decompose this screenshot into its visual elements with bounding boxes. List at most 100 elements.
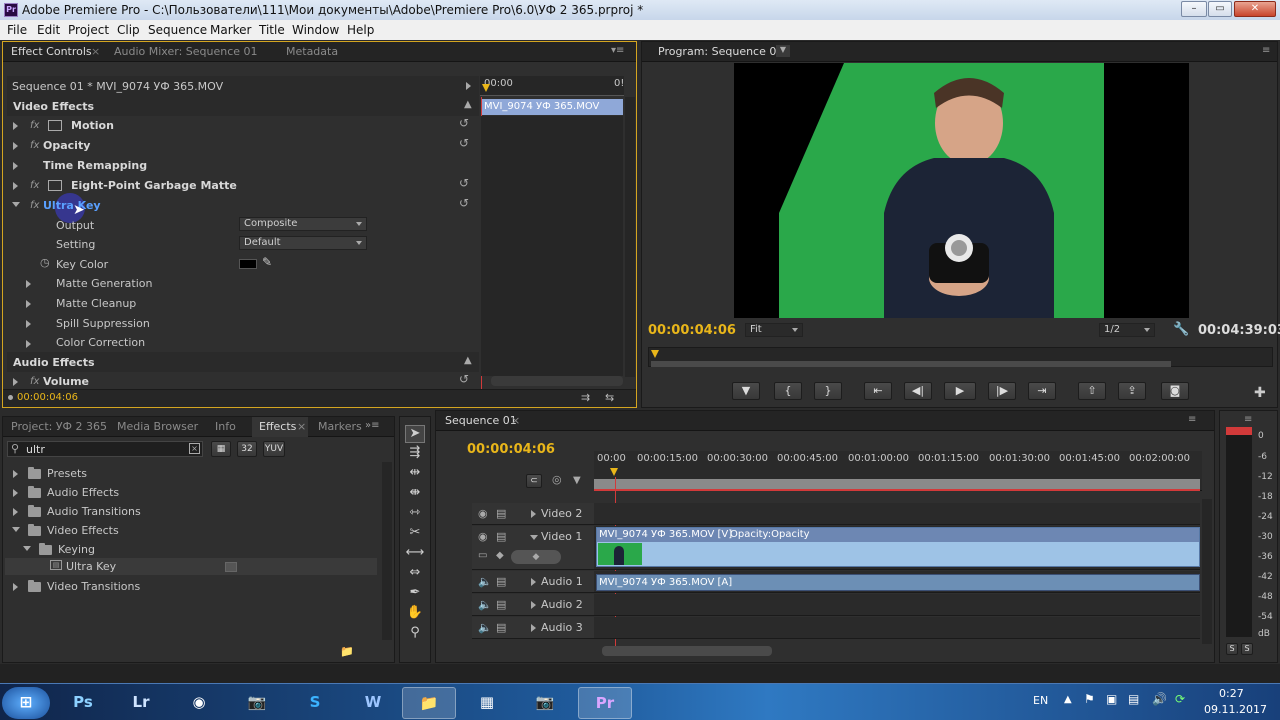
effect-opacity[interactable]: Opacity [43,139,90,152]
slip-tool-icon[interactable]: ⟷ [405,545,425,563]
effect-eight-point-garbage-matte[interactable]: Eight-Point Garbage Matte [71,179,237,192]
speaker-icon[interactable]: 🔈 [478,621,492,634]
razor-tool-icon[interactable]: ✂ [405,525,425,543]
panel-menu-icon[interactable]: ▾≡ [611,45,624,56]
transform-icon[interactable] [48,120,62,131]
color-correction[interactable]: Color Correction [56,336,145,349]
tree-audio-effects[interactable]: Audio Effects [47,486,119,499]
timeline-vertical-scrollbar[interactable] [1202,499,1212,644]
collapse-up-icon[interactable]: ▲ [464,99,472,110]
keyframe-icon[interactable]: ◆ [496,550,504,561]
ec-vertical-scrollbar[interactable] [625,97,635,377]
menu-help[interactable]: Help [347,23,374,37]
expand-matte-generation-icon[interactable] [26,280,31,288]
clear-search-icon[interactable]: × [189,443,200,454]
export-icon[interactable]: ⇉ [581,391,590,404]
lock-icon[interactable]: ▤ [496,598,506,611]
lock-icon[interactable]: ▤ [496,530,506,543]
track-select-tool-icon[interactable]: ⇶ [405,445,425,463]
timeline-zoom-scrollbar[interactable] [602,646,772,656]
expand-volume-icon[interactable] [13,378,18,386]
tree-ultra-key[interactable]: Ultra Key [66,560,116,573]
tray-expand-icon[interactable]: ▲ [1064,694,1072,705]
lift-button[interactable]: ⇧ [1078,382,1106,400]
add-marker-button[interactable]: ▼ [732,382,760,400]
export-frame-button[interactable]: ◙ [1161,382,1189,400]
play-button[interactable]: ▶ [944,382,976,400]
mark-in-button[interactable]: { [774,382,802,400]
tray-volume-icon[interactable]: 🔊 [1152,692,1167,706]
timeline-playhead-icon[interactable] [610,468,618,476]
mark-out-button[interactable]: } [814,382,842,400]
timeline-panel-menu-icon[interactable]: ≡ [1188,414,1196,425]
tab-markers[interactable]: Markers [318,420,362,433]
photoshop-taskbar-icon[interactable]: Ps [56,687,110,719]
effect-time-remapping[interactable]: Time Remapping [43,159,147,172]
transform-icon[interactable] [48,180,62,191]
expand-garbage-matte-icon[interactable] [13,182,18,190]
program-timecode[interactable]: 00:00:04:06 [648,323,736,338]
reset-motion-icon[interactable]: ↺ [459,116,469,130]
fx-icon[interactable]: fx [30,120,39,131]
menu-project[interactable]: Project [68,23,109,37]
expand-matte-cleanup-icon[interactable] [26,300,31,308]
tree-presets[interactable]: Presets [47,467,87,480]
explorer-taskbar-icon[interactable]: 📁 [402,687,456,719]
camera2-taskbar-icon[interactable]: 📷 [518,687,572,719]
collapse-track-icon[interactable] [530,535,538,540]
maximize-button[interactable]: ▭ [1208,1,1232,17]
close-button[interactable]: ✕ [1234,1,1276,17]
tray-flag-icon[interactable]: ⚑ [1084,692,1095,706]
tree-video-effects[interactable]: Video Effects [47,524,119,537]
fx-icon[interactable]: fx [30,200,39,211]
calculator-taskbar-icon[interactable]: ▦ [460,687,514,719]
tree-keying[interactable]: Keying [58,543,95,556]
tab-project[interactable]: Project: УФ 2 365 [11,420,107,433]
effects-panel-menu-icon[interactable]: »≡ [365,420,380,431]
tray-network-icon[interactable]: ▤ [1128,692,1139,706]
lock-icon[interactable]: ▤ [496,621,506,634]
expand-motion-icon[interactable] [13,122,18,130]
program-menu-chevron-icon[interactable]: ▼ [776,45,790,57]
clock-date[interactable]: 09.11.2017 [1204,703,1267,716]
ec-clip-bar[interactable]: MVI_9074 УФ 365.MOV [481,99,623,115]
track-video-2[interactable] [594,503,1200,525]
solo-right-button[interactable]: S [1241,643,1253,655]
speaker-icon[interactable]: 🔈 [478,598,492,611]
ripple-edit-tool-icon[interactable]: ⇹ [405,465,425,483]
reset-garbage-matte-icon[interactable]: ↺ [459,176,469,190]
expand-track-icon[interactable] [531,510,536,518]
tab-info[interactable]: Info [215,420,236,433]
video-frame[interactable] [734,63,1189,318]
playhead-marker-icon[interactable] [482,84,490,92]
expand-presets-icon[interactable] [13,470,18,478]
step-forward-button[interactable]: |▶ [988,382,1016,400]
accelerated-effects-icon[interactable]: ▦ [211,441,231,457]
reset-volume-icon[interactable]: ↺ [459,372,469,386]
menu-sequence[interactable]: Sequence [148,23,207,37]
go-to-in-button[interactable]: ⇤ [864,382,892,400]
collapse-ultra-key-icon[interactable] [12,202,20,207]
track-audio-1[interactable]: MVI_9074 УФ 365.MOV [A] [594,571,1200,593]
premiere-taskbar-icon[interactable]: Pr [578,687,632,719]
tab-sequence-close[interactable]: × [511,414,520,427]
show-timeline-toggle-icon[interactable] [466,82,471,90]
expand-audio-transitions-icon[interactable] [13,508,18,516]
loop-icon[interactable]: ⇆ [605,391,614,404]
pen-tool-icon[interactable]: ✒ [405,585,425,603]
menu-title[interactable]: Title [259,23,285,37]
minimize-button[interactable]: – [1181,1,1207,17]
new-bin-icon[interactable]: 📁 [340,645,354,658]
program-panel-menu-icon[interactable]: ≡ [1262,45,1270,56]
matte-cleanup[interactable]: Matte Cleanup [56,297,136,310]
menu-window[interactable]: Window [292,23,339,37]
wrench-icon[interactable]: 🔧 [1173,322,1189,337]
stopwatch-icon[interactable]: ◷ [40,256,50,269]
skype-taskbar-icon[interactable]: S [288,687,342,719]
lock-icon[interactable]: ▤ [496,507,506,520]
add-button-icon[interactable]: ✚ [1254,385,1266,401]
program-zoom-bar[interactable] [651,361,1171,367]
program-time-ruler[interactable] [648,347,1273,367]
extract-button[interactable]: ⇪ [1118,382,1146,400]
matte-generation[interactable]: Matte Generation [56,277,153,290]
